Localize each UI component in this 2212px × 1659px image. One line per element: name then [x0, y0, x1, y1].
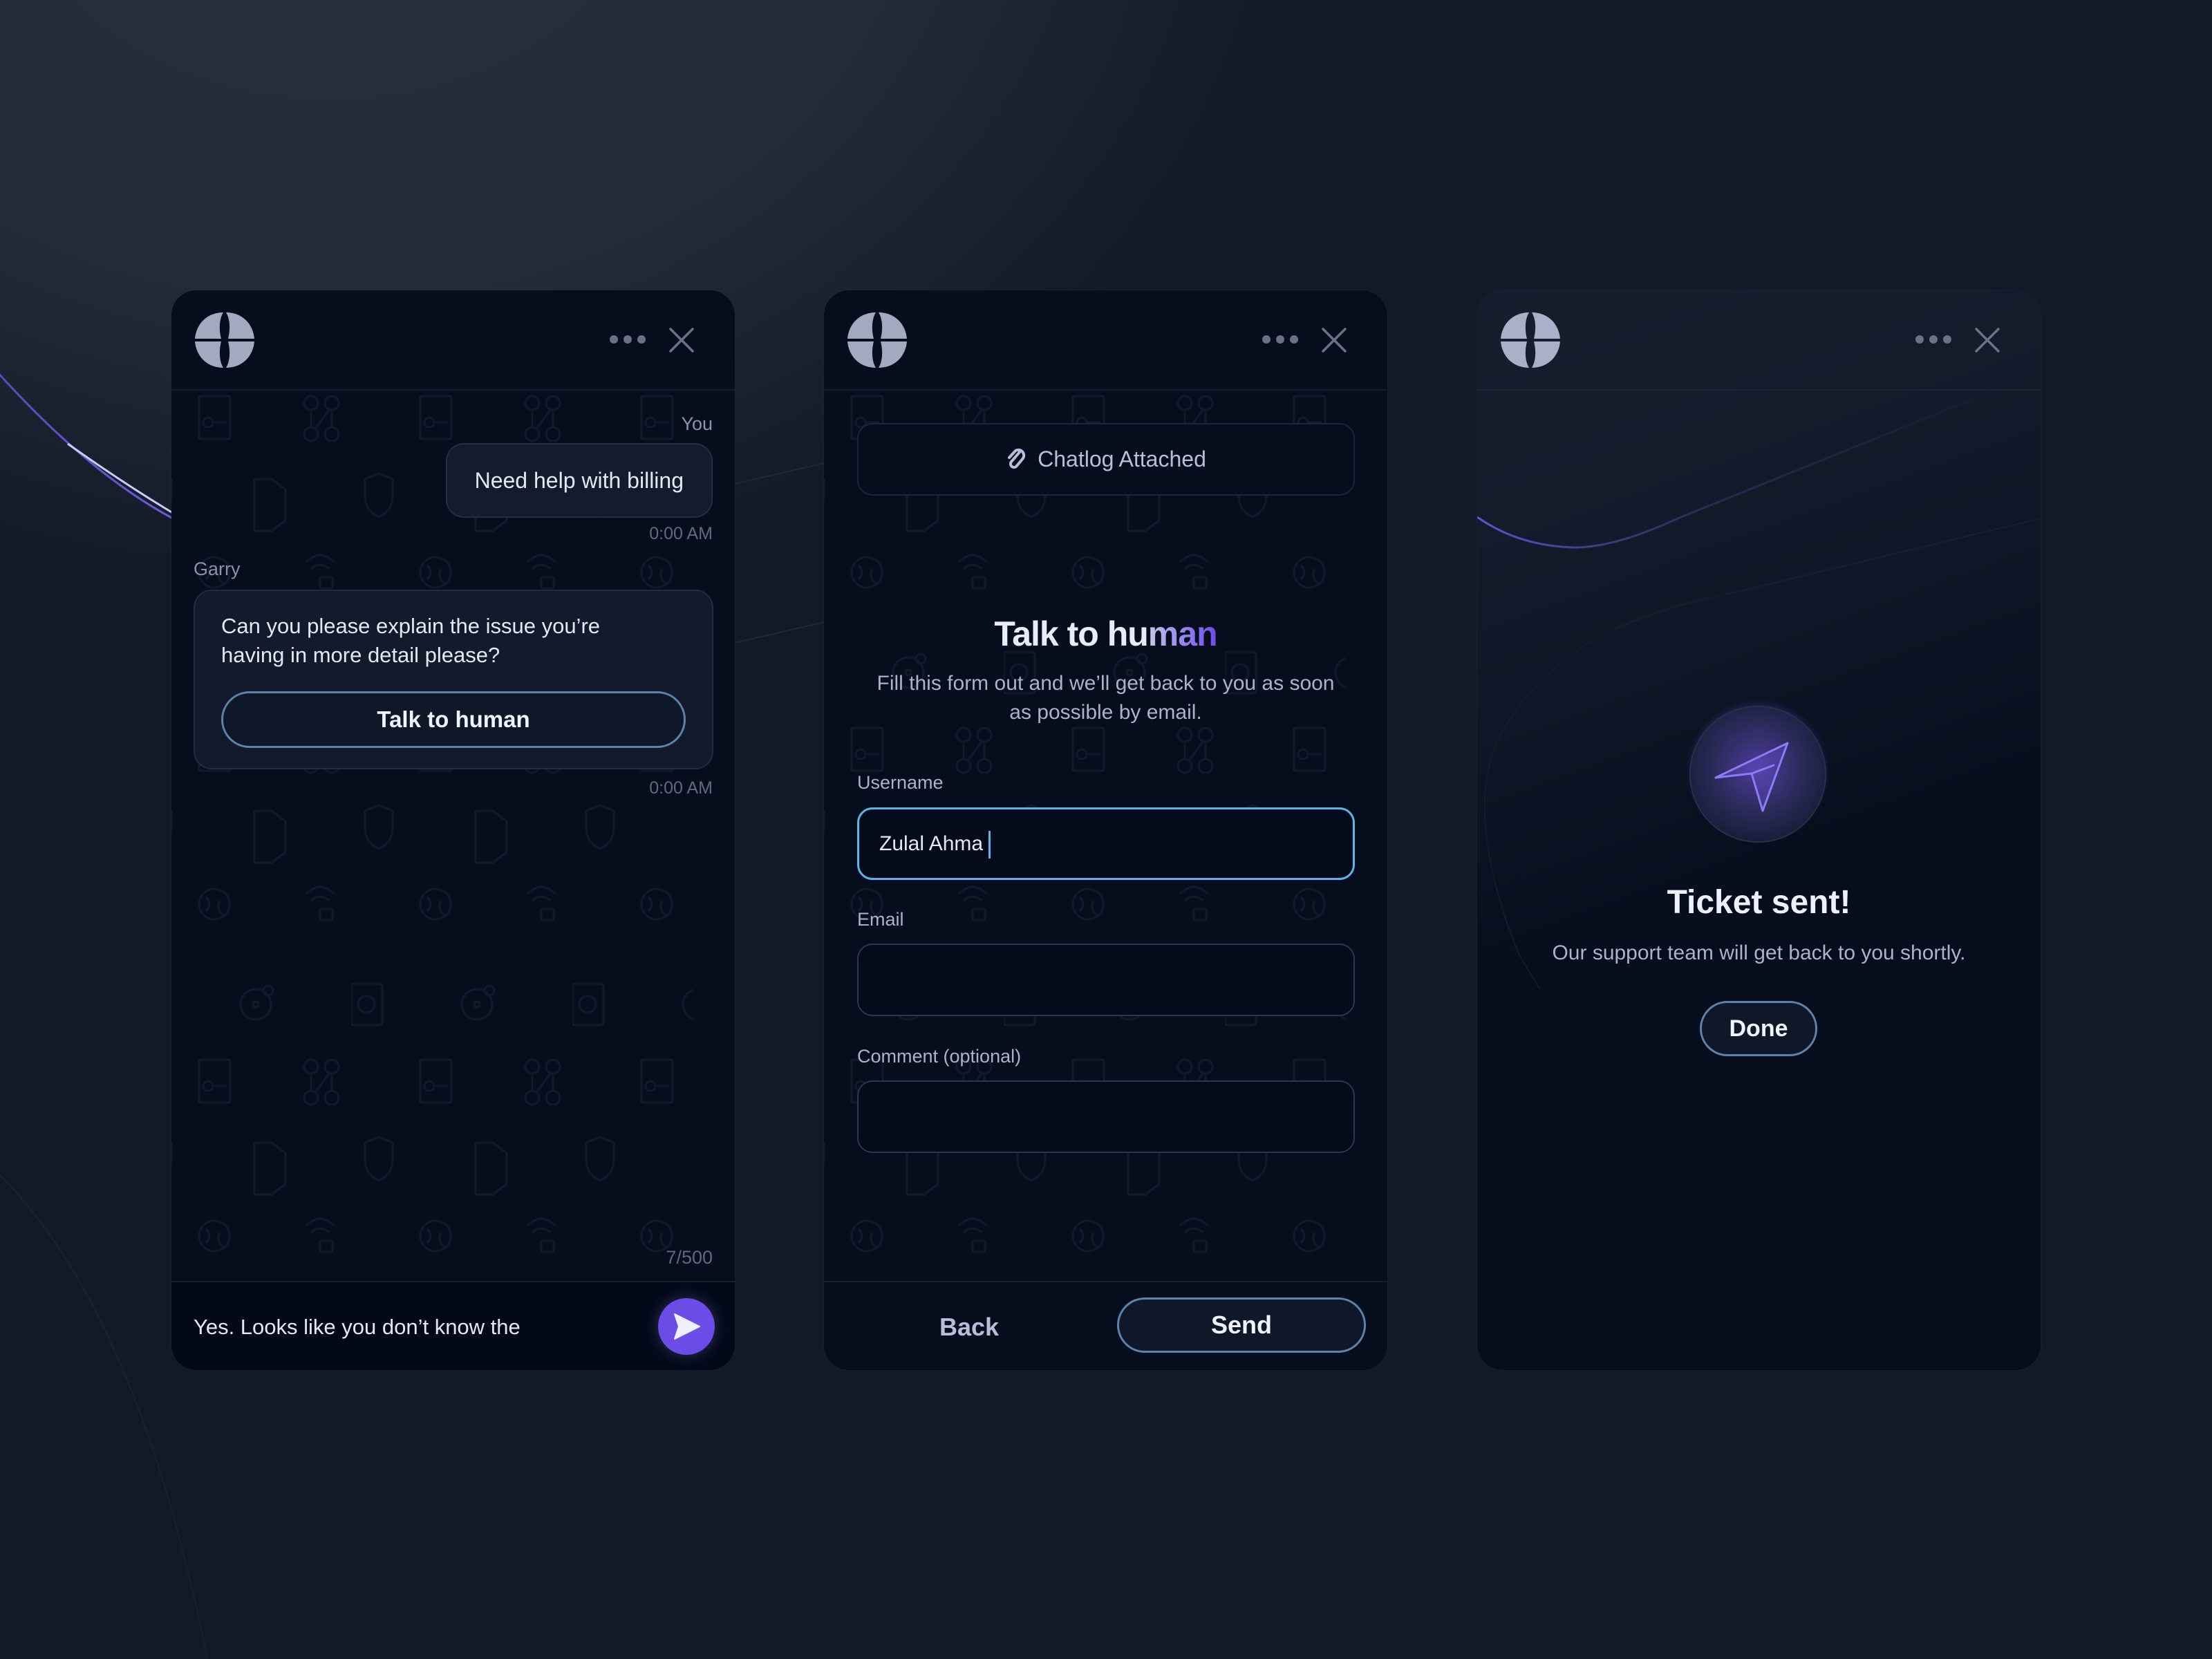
send-button[interactable]: Send	[1117, 1297, 1366, 1353]
paper-plane-outline-icon	[1714, 742, 1789, 812]
user-message-bubble: Need help with billing	[445, 443, 713, 518]
more-dots-icon[interactable]	[607, 332, 648, 347]
form-header	[824, 290, 1387, 391]
purple-arc-highlight	[67, 442, 174, 514]
connector-line	[734, 621, 825, 644]
more-dots-icon[interactable]	[1913, 332, 1954, 347]
send-message-button[interactable]	[658, 1298, 715, 1355]
agent-message-text: Can you please explain the issue you’re …	[221, 614, 601, 667]
agent-message-time: 0:00 AM	[649, 778, 713, 798]
form-subtitle: Fill this form out and we’ll get back to…	[877, 672, 1335, 724]
form-title-plain: Talk to hu	[994, 615, 1148, 653]
character-counter: 7/500	[666, 1247, 713, 1268]
chatlog-attached-badge: Chatlog Attached	[857, 423, 1355, 496]
talk-to-human-form-panel: Chatlog Attached Talk to human Fill this…	[824, 290, 1387, 1370]
paper-plane-icon	[674, 1313, 700, 1340]
close-x-icon[interactable]	[668, 326, 695, 354]
agent-name-label: Garry	[194, 559, 241, 579]
form-title: Talk to human	[824, 614, 1387, 654]
done-button[interactable]: Done	[1700, 1001, 1817, 1056]
close-x-icon[interactable]	[1974, 326, 2001, 354]
comment-label: Comment (optional)	[857, 1046, 1022, 1067]
email-field[interactable]	[857, 944, 1355, 1016]
username-label: Username	[857, 772, 944, 793]
more-dots-icon[interactable]	[1259, 332, 1301, 347]
ticket-sent-title: Ticket sent!	[1667, 884, 1851, 921]
chatlog-attached-label: Chatlog Attached	[1038, 447, 1206, 471]
ticket-sent-badge	[1691, 707, 1825, 841]
ticket-sent-panel: Ticket sent! Our support team will get b…	[1477, 290, 2041, 1370]
user-message-time: 0:00 AM	[649, 524, 713, 543]
username-field[interactable]: Zulal Ahma	[857, 807, 1355, 880]
chat-header	[171, 290, 735, 391]
message-input[interactable]: Yes. Looks like you don’t know the	[194, 1310, 622, 1344]
close-x-icon[interactable]	[1320, 326, 1348, 354]
user-name-label: You	[681, 413, 713, 434]
connector-line	[734, 462, 825, 485]
paperclip-icon	[1008, 448, 1026, 469]
agent-message-bubble: Can you please explain the issue you’re …	[194, 590, 713, 769]
chat-panel: You Need help with billing 0:00 AM Garry…	[171, 290, 735, 1370]
four-petal-star-logo-icon	[195, 312, 254, 368]
back-button[interactable]: Back	[921, 1310, 1018, 1344]
confirmation-header	[1477, 290, 2041, 391]
form-title-accent: man	[1147, 615, 1218, 653]
talk-to-human-button[interactable]: Talk to human	[221, 691, 686, 748]
chat-input-bar: Yes. Looks like you don’t know the	[171, 1281, 735, 1370]
ticket-sent-subtitle: Our support team will get back to you sh…	[1552, 941, 1966, 964]
four-petal-star-logo-icon	[847, 312, 907, 368]
email-label: Email	[857, 909, 904, 930]
username-value: Zulal Ahma	[879, 832, 984, 855]
text-caret	[988, 831, 991, 859]
four-petal-star-logo-icon	[1501, 312, 1560, 368]
comment-field[interactable]	[857, 1080, 1355, 1153]
form-footer: Back Send	[824, 1281, 1387, 1370]
purple-arc	[0, 373, 174, 520]
